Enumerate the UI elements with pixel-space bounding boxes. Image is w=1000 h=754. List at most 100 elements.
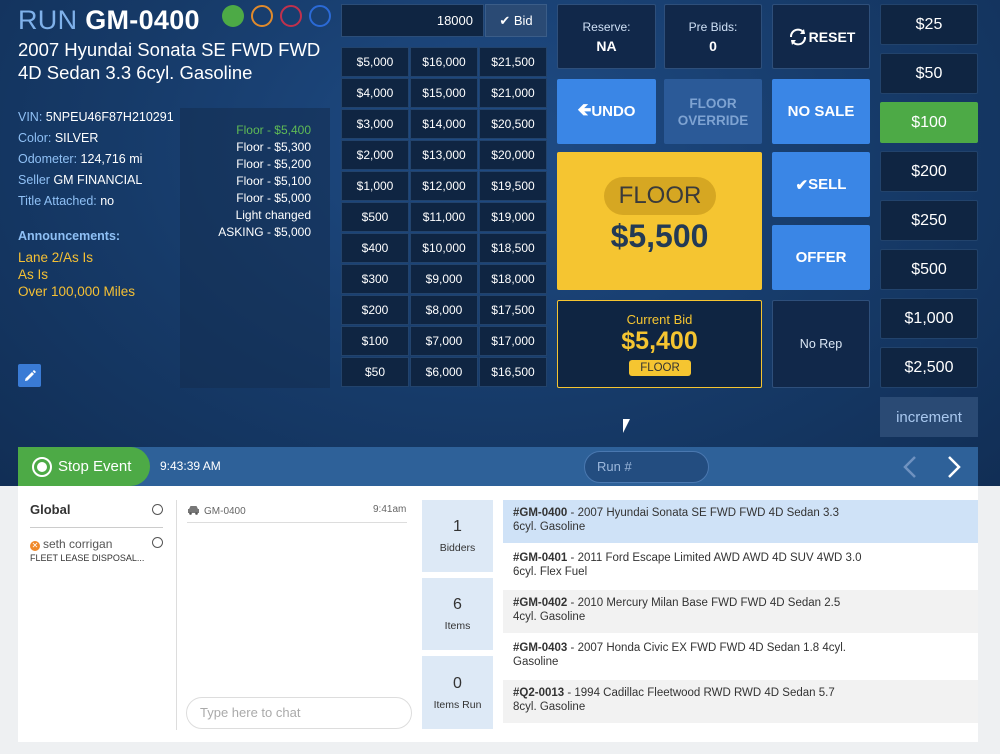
stat-value: 6 (453, 596, 462, 613)
status-circle-red[interactable] (280, 5, 302, 27)
chat-item: GM-0400 (187, 505, 246, 518)
offer-button[interactable]: OFFER (772, 225, 870, 290)
increment-button[interactable]: $2,500 (880, 347, 978, 388)
no-rep-button[interactable]: No Rep (772, 300, 870, 388)
stat-label: Bidders (439, 542, 476, 554)
clock: 9:43:39 AM (160, 459, 221, 473)
amount-button[interactable]: $19,000 (479, 202, 547, 232)
stat-value: 1 (453, 518, 462, 535)
undo-arrow-icon: 🡸 (577, 100, 592, 119)
sell-button[interactable]: ✔ SELL (772, 152, 870, 217)
bidders-stat: 1 Bidders (422, 500, 493, 572)
reset-button[interactable]: RESET (772, 4, 870, 69)
lot-id: #Q2-0013 (513, 687, 565, 699)
reserve-tile: Reserve: NA (557, 4, 656, 69)
lot-id: #GM-0402 (513, 597, 568, 609)
amount-button[interactable]: $21,000 (479, 78, 547, 108)
prebids-value: 0 (709, 37, 717, 54)
amount-button[interactable]: $50 (341, 357, 409, 387)
sell-label: SELL (808, 176, 847, 193)
log-line: Light changed (235, 208, 311, 222)
increment-button[interactable]: $250 (880, 200, 978, 241)
remove-icon[interactable]: ✕ (30, 541, 40, 551)
no-sale-button[interactable]: NO SALE (772, 79, 870, 144)
bid-amount-input[interactable]: 18000 (341, 4, 484, 37)
announcement-item: As Is (18, 267, 49, 282)
reserve-label: Reserve: (582, 19, 631, 34)
odometer-value: 124,716 mi (80, 152, 143, 166)
amount-button[interactable]: $5,000 (341, 47, 409, 77)
amount-button[interactable]: $21,500 (479, 47, 547, 77)
lot-row[interactable]: #GM-0403 - 2007 Honda Civic EX FWD FWD 4… (503, 635, 978, 678)
amount-button[interactable]: $13,000 (410, 140, 478, 170)
lot-row[interactable]: #GM-0400 - 2007 Hyundai Sonata SE FWD FW… (503, 500, 978, 543)
lot-desc: 6cyl. Gasoline (513, 521, 586, 533)
stop-event-button[interactable]: Stop Event (18, 447, 150, 486)
lot-row[interactable]: #GM-0401 - 2011 Ford Escape Limited AWD … (503, 545, 978, 588)
amount-button[interactable]: $17,000 (479, 326, 547, 356)
amount-button[interactable]: $500 (341, 202, 409, 232)
bidder-radio[interactable] (152, 537, 163, 548)
increment-button[interactable]: $25 (880, 4, 978, 45)
divider (176, 500, 177, 730)
log-line: Floor - $5,100 (236, 174, 311, 188)
amount-button[interactable]: $4,000 (341, 78, 409, 108)
lot-id: #GM-0400 (513, 507, 568, 519)
lot-desc: Gasoline (513, 656, 559, 668)
amount-button[interactable]: $17,500 (479, 295, 547, 325)
amount-button[interactable]: $20,500 (479, 109, 547, 139)
lot-row[interactable]: #Q2-0013 - 1994 Cadillac Fleetwood RWD R… (503, 680, 978, 723)
announcement-item: Over 100,000 Miles (18, 284, 136, 299)
amount-button[interactable]: $18,500 (479, 233, 547, 263)
reset-label: RESET (808, 28, 856, 45)
color-row: Color: SILVER (18, 131, 98, 145)
chat-item-time: 9:41am (373, 504, 407, 515)
increment-button[interactable]: $50 (880, 53, 978, 94)
floor-override-button[interactable]: FLOOR OVERRIDE (664, 79, 762, 144)
amount-button[interactable]: $3,000 (341, 109, 409, 139)
undo-button[interactable]: 🡸 UNDO (557, 79, 656, 144)
status-circle-orange[interactable] (251, 5, 273, 27)
next-arrow-icon[interactable] (945, 455, 963, 484)
divider (30, 527, 163, 528)
amount-button[interactable]: $1,000 (341, 171, 409, 201)
amount-button[interactable]: $9,000 (410, 264, 478, 294)
global-radio[interactable] (152, 504, 163, 515)
increment-button[interactable]: $500 (880, 249, 978, 290)
amount-button[interactable]: $8,000 (410, 295, 478, 325)
current-bid-value: $5,400 (621, 327, 698, 355)
refresh-icon (789, 28, 806, 45)
prebids-tile: Pre Bids: 0 (664, 4, 762, 69)
amount-button[interactable]: $200 (341, 295, 409, 325)
amount-button[interactable]: $12,000 (410, 171, 478, 201)
amount-button[interactable]: $20,000 (479, 140, 547, 170)
amount-button[interactable]: $16,000 (410, 47, 478, 77)
prebids-label: Pre Bids: (688, 19, 738, 34)
increment-button[interactable]: $1,000 (880, 298, 978, 339)
amount-button[interactable]: $16,500 (479, 357, 547, 387)
status-circle-blue[interactable] (309, 5, 331, 27)
run-prefix: RUN (18, 5, 78, 35)
chat-input[interactable]: Type here to chat (186, 697, 412, 729)
amount-button[interactable]: $2,000 (341, 140, 409, 170)
amount-button[interactable]: $300 (341, 264, 409, 294)
lot-row[interactable]: #GM-0402 - 2010 Mercury Milan Base FWD F… (503, 590, 978, 633)
amount-button[interactable]: $100 (341, 326, 409, 356)
amount-button[interactable]: $7,000 (410, 326, 478, 356)
amount-button[interactable]: $18,000 (479, 264, 547, 294)
amount-button[interactable]: $19,500 (479, 171, 547, 201)
amount-button[interactable]: $400 (341, 233, 409, 263)
amount-button[interactable]: $6,000 (410, 357, 478, 387)
edit-button[interactable] (18, 364, 41, 387)
run-number-input[interactable]: Run # (584, 451, 709, 483)
amount-button[interactable]: $10,000 (410, 233, 478, 263)
status-circle-green[interactable] (222, 5, 244, 27)
prev-arrow-icon[interactable] (901, 455, 919, 484)
amount-button[interactable]: $11,000 (410, 202, 478, 232)
increment-button[interactable]: $200 (880, 151, 978, 192)
amount-button[interactable]: $14,000 (410, 109, 478, 139)
title-value: no (100, 194, 115, 208)
amount-button[interactable]: $15,000 (410, 78, 478, 108)
bid-button[interactable]: ✔ Bid (485, 4, 547, 37)
increment-button[interactable]: $100 (880, 102, 978, 143)
